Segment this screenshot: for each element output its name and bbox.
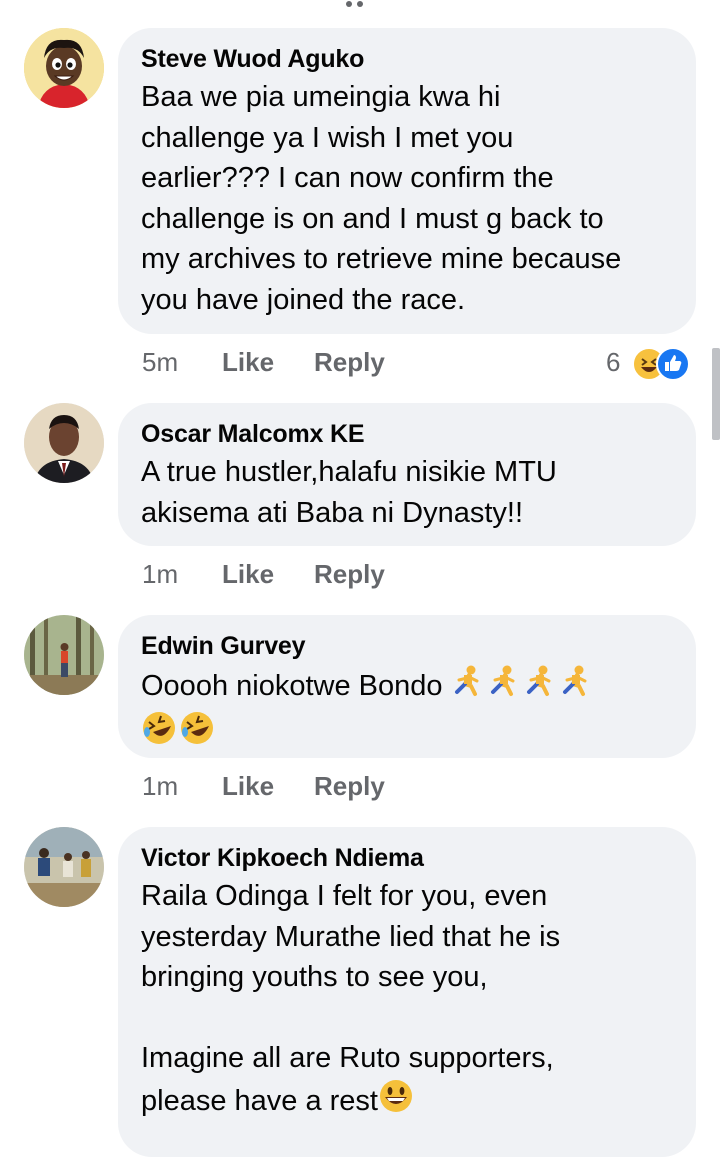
- avatar[interactable]: [24, 827, 104, 907]
- like-icon: [656, 347, 690, 381]
- avatar[interactable]: [24, 403, 104, 483]
- reply-button[interactable]: Reply: [314, 556, 385, 592]
- avatar-group-photo-image: [24, 827, 104, 907]
- comment-timestamp[interactable]: 5m: [142, 344, 178, 380]
- avatar[interactable]: [24, 615, 104, 695]
- reaction-count: 6: [606, 347, 621, 377]
- scrollbar[interactable]: [712, 348, 720, 440]
- comment-text-content: Raila Odinga I felt for you, even yester…: [141, 880, 561, 1117]
- like-button[interactable]: Like: [222, 768, 274, 804]
- grinning-face-emoji: [378, 1079, 414, 1125]
- top-more-dots: [346, 0, 380, 7]
- comment-timestamp[interactable]: 1m: [142, 768, 178, 804]
- comment-author[interactable]: Victor Kipkoech Ndiema: [141, 843, 674, 873]
- comment-text: A true hustler,halafu nisikie MTU akisem…: [141, 456, 557, 529]
- avatar[interactable]: [24, 28, 104, 108]
- comment-text: Raila Odinga I felt for you, even yester…: [141, 876, 674, 1124]
- running-person-emoji: [451, 663, 591, 710]
- avatar-photo-image: [24, 403, 104, 483]
- like-button[interactable]: Like: [222, 344, 274, 380]
- comment-author[interactable]: Edwin Gurvey: [141, 631, 674, 661]
- reply-button[interactable]: Reply: [314, 768, 385, 804]
- comment-timestamp[interactable]: 1m: [142, 556, 178, 592]
- comment-author[interactable]: Oscar Malcomx KE: [141, 419, 674, 449]
- avatar-forest-image: [24, 615, 104, 695]
- reply-button[interactable]: Reply: [314, 344, 385, 380]
- avatar-cartoon-image: [24, 28, 104, 108]
- comment-text: Baa we pia umeingia kwa hi challenge ya …: [141, 81, 622, 316]
- comment-bubble: Oscar Malcomx KE A true hustler,halafu n…: [118, 403, 696, 546]
- rolling-laughing-emoji: [141, 710, 217, 758]
- comment-author[interactable]: Steve Wuod Aguko: [141, 44, 674, 74]
- comment-text: Ooooh niokotwe Bondo: [141, 663, 674, 758]
- comment-text-content: Ooooh niokotwe Bondo: [141, 670, 443, 702]
- comment-bubble: Victor Kipkoech Ndiema Raila Odinga I fe…: [118, 827, 696, 1157]
- like-button[interactable]: Like: [222, 556, 274, 592]
- comment-bubble: Steve Wuod Aguko Baa we pia umeingia kwa…: [118, 28, 696, 334]
- comment-bubble: Edwin Gurvey Ooooh niokotwe Bondo: [118, 615, 696, 758]
